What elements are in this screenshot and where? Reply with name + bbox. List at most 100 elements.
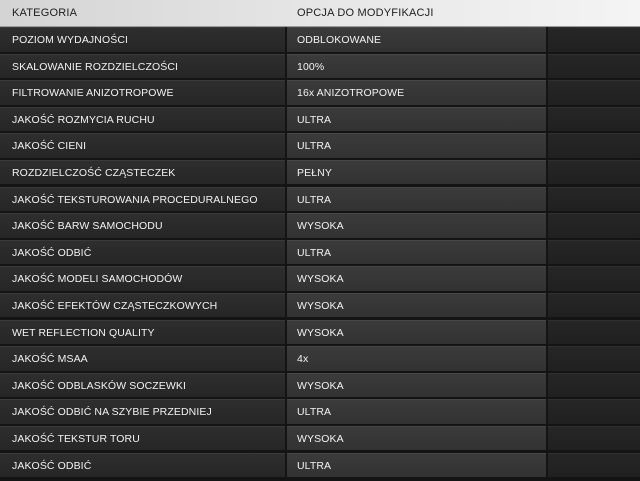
setting-extra-cell — [548, 186, 640, 212]
setting-value-cell[interactable]: ULTRA — [287, 399, 546, 424]
setting-value-cell[interactable]: WYSOKA — [287, 425, 546, 451]
setting-category-cell: JAKOŚĆ ODBIĆ — [0, 239, 285, 265]
setting-value-label: ULTRA — [297, 459, 332, 472]
setting-value-cell[interactable]: 4x — [287, 346, 546, 371]
setting-extra-cell — [548, 319, 640, 345]
setting-value-cell[interactable]: WYSOKA — [287, 372, 546, 398]
setting-value-label: WYSOKA — [297, 273, 344, 286]
setting-category-label: ROZDZIELCZOŚĆ CZĄSTECZEK — [12, 166, 176, 179]
setting-value-label: ULTRA — [297, 246, 332, 259]
settings-row[interactable]: SKALOWANIE ROZDZIELCZOŚCI 100% — [0, 53, 640, 81]
setting-value-label: ULTRA — [297, 193, 332, 206]
settings-row[interactable]: WET REFLECTION QUALITY WYSOKA — [0, 319, 640, 347]
settings-row[interactable]: POZIOM WYDAJNOŚCI ODBLOKOWANE — [0, 27, 640, 54]
setting-value-cell[interactable]: WYSOKA — [287, 266, 546, 291]
setting-value-label: 100% — [297, 60, 325, 73]
settings-row[interactable]: JAKOŚĆ ROZMYCIA RUCHU ULTRA — [0, 106, 640, 134]
setting-extra-cell — [548, 133, 640, 158]
setting-category-cell: JAKOŚĆ ROZMYCIA RUCHU — [0, 106, 285, 132]
setting-value-label: PEŁNY — [297, 166, 332, 179]
settings-row[interactable]: JAKOŚĆ CIENI ULTRA — [0, 133, 640, 160]
setting-category-cell: JAKOŚĆ EFEKTÓW CZĄSTECZKOWYCH — [0, 292, 285, 318]
setting-extra-cell — [548, 266, 640, 291]
setting-category-cell: ROZDZIELCZOŚĆ CZĄSTECZEK — [0, 159, 285, 185]
settings-list: POZIOM WYDAJNOŚCI ODBLOKOWANE SKALOWANIE R… — [0, 27, 640, 479]
setting-category-label: JAKOŚĆ MSAA — [12, 353, 88, 366]
header-option: OPCJA DO MODYFIKACJI — [297, 7, 434, 19]
setting-extra-cell — [548, 452, 640, 477]
setting-category-cell: JAKOŚĆ TEKSTUROWANIA PROCEDURALNEGO — [0, 186, 285, 212]
setting-category-cell: POZIOM WYDAJNOŚCI — [0, 27, 285, 52]
setting-value-cell[interactable]: WYSOKA — [287, 319, 546, 345]
settings-row[interactable]: JAKOŚĆ TEKSTUR TORU WYSOKA — [0, 425, 640, 453]
setting-value-label: 4x — [297, 353, 309, 366]
setting-value-label: WYSOKA — [297, 299, 344, 312]
setting-category-label: JAKOŚĆ TEKSTUROWANIA PROCEDURALNEGO — [12, 193, 258, 206]
setting-category-label: JAKOŚĆ ODBLASKÓW SOCZEWKI — [12, 379, 187, 392]
setting-category-cell: JAKOŚĆ ODBLASKÓW SOCZEWKI — [0, 372, 285, 398]
setting-extra-cell — [548, 106, 640, 132]
table-header: KATEGORIA OPCJA DO MODYFIKACJI — [0, 0, 640, 27]
header-category: KATEGORIA — [12, 7, 78, 19]
setting-value-cell[interactable]: ULTRA — [287, 106, 546, 132]
setting-value-label: WYSOKA — [297, 220, 344, 233]
setting-category-cell: JAKOŚĆ ODBIĆ NA SZYBIE PRZEDNIEJ — [0, 399, 285, 424]
setting-category-label: JAKOŚĆ BARW SAMOCHODU — [12, 220, 163, 233]
setting-category-label: JAKOŚĆ ODBIĆ — [12, 246, 92, 259]
setting-value-cell[interactable]: WYSOKA — [287, 213, 546, 238]
setting-category-cell: JAKOŚĆ CIENI — [0, 133, 285, 158]
setting-extra-cell — [548, 425, 640, 451]
setting-category-label: JAKOŚĆ TEKSTUR TORU — [12, 432, 140, 445]
setting-value-cell[interactable]: WYSOKA — [287, 292, 546, 318]
setting-value-cell[interactable]: 16x ANIZOTROPOWE — [287, 80, 546, 105]
setting-extra-cell — [548, 372, 640, 398]
settings-row[interactable]: JAKOŚĆ TEKSTUROWANIA PROCEDURALNEGO ULTRA — [0, 186, 640, 214]
setting-category-label: FILTROWANIE ANIZOTROPOWE — [12, 87, 174, 100]
setting-category-cell: WET REFLECTION QUALITY — [0, 319, 285, 345]
setting-extra-cell — [548, 80, 640, 105]
setting-extra-cell — [548, 346, 640, 371]
setting-category-cell: JAKOŚĆ ODBIĆ — [0, 452, 285, 477]
setting-value-label: WYSOKA — [297, 379, 344, 392]
setting-extra-cell — [548, 239, 640, 265]
setting-extra-cell — [548, 213, 640, 238]
settings-row[interactable]: JAKOŚĆ MSAA 4x — [0, 346, 640, 373]
settings-row[interactable]: JAKOŚĆ ODBIĆ ULTRA — [0, 239, 640, 267]
setting-category-cell: SKALOWANIE ROZDZIELCZOŚCI — [0, 53, 285, 79]
setting-value-cell[interactable]: ULTRA — [287, 186, 546, 212]
setting-extra-cell — [548, 53, 640, 79]
settings-row[interactable]: FILTROWANIE ANIZOTROPOWE 16x ANIZOTROPOWE — [0, 80, 640, 107]
settings-row[interactable]: JAKOŚĆ MODELI SAMOCHODÓW WYSOKA — [0, 266, 640, 293]
setting-category-label: POZIOM WYDAJNOŚCI — [12, 34, 129, 46]
setting-value-cell[interactable]: 100% — [287, 53, 546, 79]
setting-category-cell: JAKOŚĆ TEKSTUR TORU — [0, 425, 285, 451]
setting-category-label: WET REFLECTION QUALITY — [12, 326, 155, 339]
setting-extra-cell — [548, 292, 640, 318]
setting-value-label: 16x ANIZOTROPOWE — [297, 87, 405, 100]
settings-row[interactable]: JAKOŚĆ BARW SAMOCHODU WYSOKA — [0, 213, 640, 240]
setting-value-label: ULTRA — [297, 406, 332, 419]
setting-value-label: ODBLOKOWANE — [297, 34, 382, 46]
setting-category-label: JAKOŚĆ EFEKTÓW CZĄSTECZKOWYCH — [12, 299, 218, 312]
setting-extra-cell — [548, 159, 640, 185]
settings-screen: KATEGORIA OPCJA DO MODYFIKACJI POZIOM WY… — [0, 0, 640, 481]
settings-row[interactable]: JAKOŚĆ EFEKTÓW CZĄSTECZKOWYCH WYSOKA — [0, 292, 640, 320]
setting-value-cell[interactable]: ULTRA — [287, 133, 546, 158]
setting-value-cell[interactable]: ULTRA — [287, 239, 546, 265]
setting-value-label: WYSOKA — [297, 326, 344, 339]
setting-value-cell[interactable]: PEŁNY — [287, 159, 546, 185]
settings-row[interactable]: ROZDZIELCZOŚĆ CZĄSTECZEK PEŁNY — [0, 159, 640, 187]
setting-value-cell[interactable]: ODBLOKOWANE — [287, 27, 546, 52]
setting-category-label: JAKOŚĆ MODELI SAMOCHODÓW — [12, 273, 183, 286]
setting-value-cell[interactable]: ULTRA — [287, 452, 546, 477]
setting-value-label: ULTRA — [297, 113, 332, 126]
settings-row[interactable]: JAKOŚĆ ODBLASKÓW SOCZEWKI WYSOKA — [0, 372, 640, 400]
setting-extra-cell — [548, 27, 640, 52]
settings-row[interactable]: JAKOŚĆ ODBIĆ ULTRA — [0, 452, 640, 480]
settings-row[interactable]: JAKOŚĆ ODBIĆ NA SZYBIE PRZEDNIEJ ULTRA — [0, 399, 640, 426]
setting-category-label: JAKOŚĆ ODBIĆ — [12, 459, 92, 472]
setting-category-label: JAKOŚĆ CIENI — [12, 140, 87, 153]
setting-category-label: SKALOWANIE ROZDZIELCZOŚCI — [12, 60, 179, 73]
setting-value-label: ULTRA — [297, 140, 332, 153]
setting-value-label: WYSOKA — [297, 432, 344, 445]
